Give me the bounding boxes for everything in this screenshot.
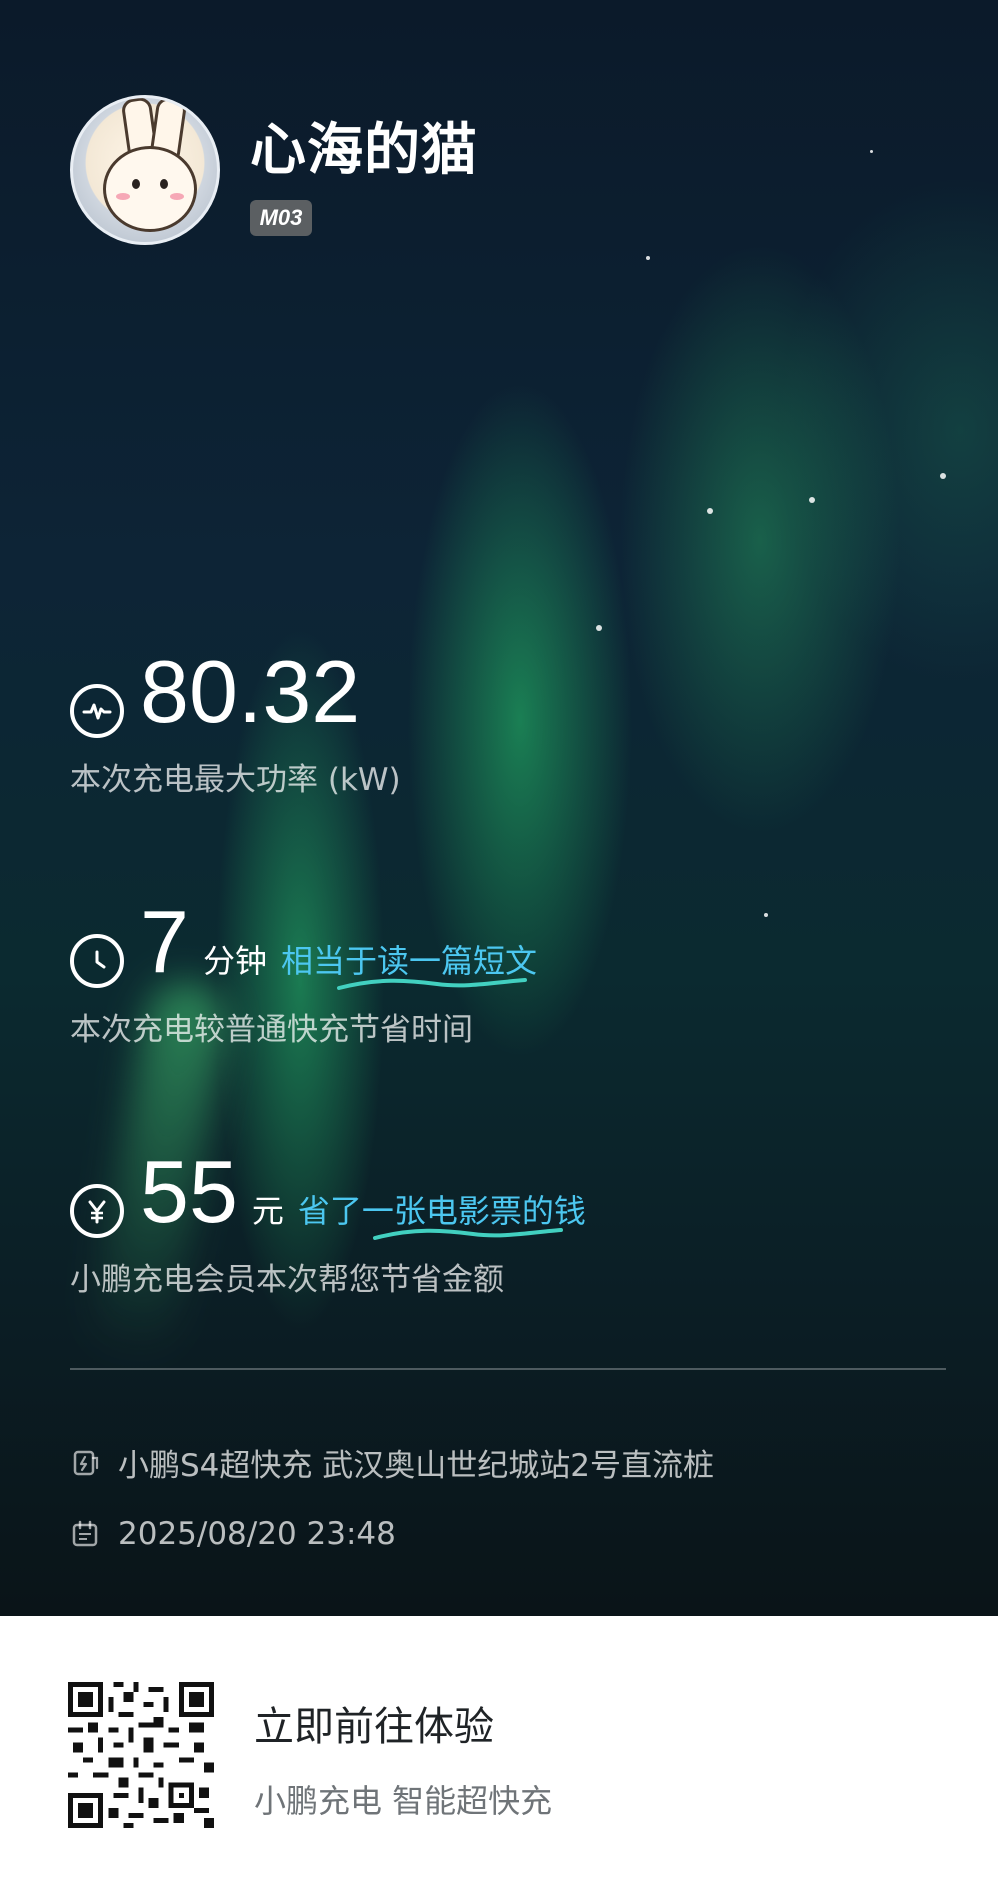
cta-subtitle: 小鹏充电 智能超快充 (254, 1782, 553, 1820)
max-power-value: 80.32 (140, 642, 361, 741)
yen-icon (70, 1184, 124, 1238)
star (646, 256, 650, 260)
time-saved-description: 本次充电较普通快充节省时间 (70, 1012, 473, 1048)
star (940, 473, 946, 479)
swoosh-underline-icon (372, 1228, 563, 1240)
star (707, 508, 713, 514)
bunny-blush-icon (170, 193, 184, 200)
stat-row: 7 分钟 相当于读一篇短文 (70, 892, 537, 991)
stat-row: 55 元 省了一张电影票的钱 (70, 1142, 586, 1241)
money-saved-unit: 元 (251, 1192, 284, 1230)
money-saved-value: 55 (140, 1142, 238, 1241)
calendar-icon (72, 1520, 98, 1547)
profile-header: 心海的猫 M03 (70, 95, 478, 245)
time-saved-unit: 分钟 (202, 942, 267, 980)
stat-money-saved: 55 元 省了一张电影票的钱 小鹏充电会员本次帮您节省金额 (70, 1148, 586, 1299)
swoosh-underline-icon (336, 978, 527, 990)
username: 心海的猫 (250, 117, 478, 183)
charge-datetime: 2025/08/20 23:48 (118, 1516, 396, 1552)
time-saved-highlight: 相当于读一篇短文 (280, 936, 537, 990)
stat-max-power: 80.32 本次充电最大功率 (kW) (70, 648, 401, 799)
avatar[interactable] (70, 95, 220, 245)
divider (70, 1368, 946, 1370)
bunny-face-icon (103, 146, 197, 232)
footer: 立即前往体验 小鹏充电 智能超快充 (0, 1616, 998, 1893)
stat-time-saved: 7 分钟 相当于读一篇短文 本次充电较普通快充节省时间 (70, 898, 537, 1049)
star (596, 625, 602, 631)
star (764, 913, 768, 917)
star (809, 497, 815, 503)
aurora-background: 心海的猫 M03 80.32 本次充电最大功率 (kW) 7 分钟 相当于读一篇… (0, 0, 998, 1616)
model-badge: M03 (250, 199, 312, 236)
pulse-icon (70, 684, 124, 738)
time-saved-highlight-text: 相当于读一篇短文 (280, 942, 537, 980)
profile-text: 心海的猫 M03 (250, 105, 478, 236)
station-row: 小鹏S4超快充 武汉奥山世纪城站2号直流桩 (70, 1440, 714, 1485)
max-power-description: 本次充电最大功率 (kW) (70, 762, 401, 798)
datetime-row: 2025/08/20 23:48 (70, 1516, 396, 1552)
bunny-eye-icon (132, 179, 140, 189)
bunny-blush-icon (116, 193, 130, 200)
bunny-eye-icon (160, 179, 168, 189)
money-saved-highlight-text: 省了一张电影票的钱 (297, 1192, 586, 1230)
clock-icon (70, 934, 124, 988)
qr-code[interactable] (68, 1682, 214, 1828)
money-saved-highlight: 省了一张电影票的钱 (297, 1186, 586, 1240)
cta-title[interactable]: 立即前往体验 (254, 1694, 494, 1752)
share-poster: 心海的猫 M03 80.32 本次充电最大功率 (kW) 7 分钟 相当于读一篇… (0, 0, 998, 1893)
time-saved-value: 7 (140, 892, 189, 991)
money-saved-description: 小鹏充电会员本次帮您节省金额 (70, 1262, 504, 1298)
station-name: 小鹏S4超快充 武汉奥山世纪城站2号直流桩 (118, 1448, 714, 1484)
star (870, 150, 873, 153)
charging-station-icon (73, 1450, 99, 1475)
stat-row: 80.32 (70, 642, 401, 741)
